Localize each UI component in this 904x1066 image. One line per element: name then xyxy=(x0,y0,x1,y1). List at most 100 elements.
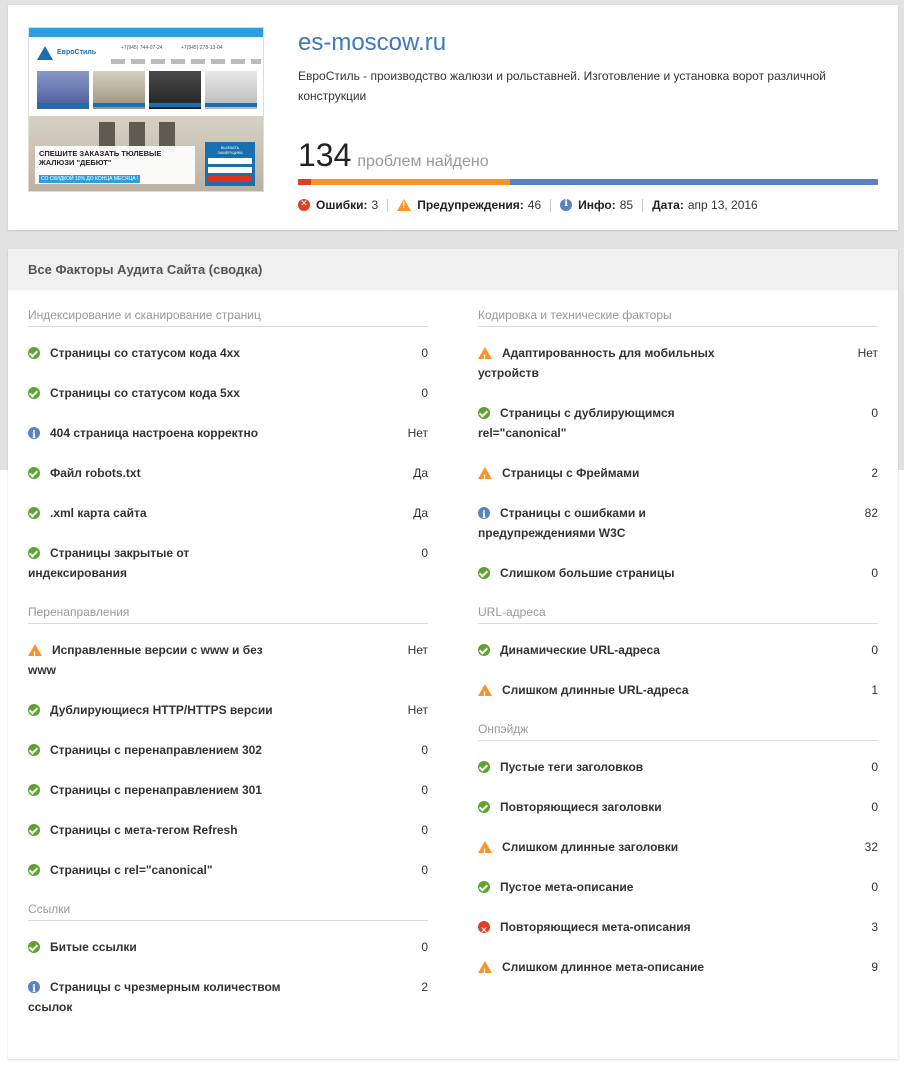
factor-row[interactable]: Динамические URL-адреса 0 xyxy=(478,624,878,664)
factor-row[interactable]: Страницы с ошибками и предупреждениями W… xyxy=(478,487,878,547)
factor-label: Повторяющиеся мета-описания xyxy=(478,917,738,940)
thumbnail-header: ЕвроСтиль +7(945) 744-07-24 +7(945) 278-… xyxy=(29,28,263,116)
factor-label: Страницы со статусом кода 4xx xyxy=(28,343,288,363)
section-title: Индексирование и сканирование страниц xyxy=(28,290,428,327)
factor-label-text: Слишком длинные заголовки xyxy=(502,840,679,854)
errors-stat[interactable]: Ошибки: 3 xyxy=(298,198,378,212)
factor-value: 0 xyxy=(421,346,428,360)
factor-label: Слишком длинные заголовки xyxy=(478,837,738,862)
factor-row[interactable]: Файл robots.txt Да xyxy=(28,447,428,487)
factor-value: 2 xyxy=(421,980,428,994)
warnings-stat[interactable]: Предупреждения: 46 xyxy=(397,198,541,212)
factor-row[interactable]: Адаптированность для мобильных устройств… xyxy=(478,327,878,387)
errors-bar-segment xyxy=(298,179,311,185)
thumbnail-tile xyxy=(149,71,201,109)
factor-label: Страницы с Фреймами xyxy=(478,463,738,488)
thumbnail-banner-area: СПЕШИТЕ ЗАКАЗАТЬ ТЮЛЕВЫЕ ЖАЛЮЗИ "ДЕБЮТ" … xyxy=(29,116,263,191)
thumbnail-phone-2: +7(945) 278-13-04 xyxy=(181,45,223,51)
issues-stats: Ошибки: 3 Предупреждения: 46 Инфо: 85 Да… xyxy=(298,198,758,212)
site-domain-link[interactable]: es-moscow.ru xyxy=(298,29,446,57)
factor-row[interactable]: Повторяющиеся мета-описания 3 xyxy=(478,901,878,941)
factor-row[interactable]: Битые ссылки 0 xyxy=(28,921,428,961)
factor-value: 0 xyxy=(421,386,428,400)
thumbnail-tiles xyxy=(37,71,257,109)
thumbnail-banner: СПЕШИТЕ ЗАКАЗАТЬ ТЮЛЕВЫЕ ЖАЛЮЗИ "ДЕБЮТ" … xyxy=(35,146,195,184)
thumbnail-phone-1: +7(945) 744-07-24 xyxy=(121,45,163,51)
factor-row[interactable]: Страницы с дублирующимся rel="canonical"… xyxy=(478,387,878,447)
factor-row[interactable]: Страницы закрытые от индексирования 0 xyxy=(28,527,428,587)
factor-row[interactable]: Слишком большие страницы 0 xyxy=(478,547,878,587)
site-thumbnail[interactable]: ЕвроСтиль +7(945) 744-07-24 +7(945) 278-… xyxy=(28,27,264,192)
factor-label: .xml карта сайта xyxy=(28,503,288,523)
factor-row[interactable]: Слишком длинные заголовки 32 xyxy=(478,821,878,862)
factor-row[interactable]: Страницы с перенаправлением 302 0 xyxy=(28,724,428,764)
factor-row[interactable]: Пустые теги заголовков 0 xyxy=(478,741,878,781)
check-icon xyxy=(28,863,40,876)
check-icon xyxy=(28,506,40,519)
factor-label-text: Динамические URL-адреса xyxy=(500,643,660,657)
stat-divider xyxy=(642,198,644,212)
factor-row[interactable]: Страницы с Фреймами 2 xyxy=(478,447,878,488)
stat-divider xyxy=(550,198,552,212)
factor-row[interactable]: Слишком длинное мета-описание 9 xyxy=(478,941,878,982)
factor-label-text: .xml карта сайта xyxy=(50,506,147,520)
factor-row[interactable]: .xml карта сайта Да xyxy=(28,487,428,527)
check-icon xyxy=(478,406,490,419)
thumbnail-form-title: ВЫЗВАТЬ ЗАМЕРЩИКА xyxy=(217,145,243,155)
factor-label-text: Страницы закрытые от индексирования xyxy=(28,546,190,580)
factor-row[interactable]: Пустое мета-описание 0 xyxy=(478,861,878,901)
warnings-value: 46 xyxy=(527,198,542,212)
check-icon xyxy=(28,346,40,359)
right-column: Кодировка и технические факторыАдаптиров… xyxy=(478,290,878,982)
info-label: Инфо: xyxy=(578,198,616,212)
section-title: Ссылки xyxy=(28,884,428,921)
factor-row[interactable]: Страницы со статусом кода 5xx 0 xyxy=(28,367,428,407)
check-icon xyxy=(28,546,40,559)
factor-row[interactable]: Страницы с мета-тегом Refresh 0 xyxy=(28,804,428,844)
factor-label: Адаптированность для мобильных устройств xyxy=(478,343,738,383)
site-description: ЕвроСтиль - производство жалюзи и рольст… xyxy=(298,69,826,103)
factor-row[interactable]: Исправленные версии с www и без www Нет xyxy=(28,624,428,684)
factor-row[interactable]: Дублирующиеся HTTP/HTTPS версии Нет xyxy=(28,684,428,724)
info-stat[interactable]: Инфо: 85 xyxy=(560,198,633,212)
factor-row[interactable]: Страницы с перенаправлением 301 0 xyxy=(28,764,428,804)
info-icon xyxy=(28,980,40,1000)
factor-label-text: Страницы с ошибками и предупреждениями W… xyxy=(478,506,646,540)
problems-count: 134 проблем найдено xyxy=(298,137,489,174)
factor-row[interactable]: Страницы с rel="canonical" 0 xyxy=(28,844,428,884)
factor-row[interactable]: Страницы с чрезмерным количеством ссылок… xyxy=(28,961,428,1021)
factor-row[interactable]: Слишком длинные URL-адреса 1 xyxy=(478,664,878,705)
factor-label: Исправленные версии с www и без www xyxy=(28,640,288,680)
left-column: Индексирование и сканирование страниц Стр… xyxy=(28,290,428,1021)
warning-icon xyxy=(478,840,492,862)
factor-value: 0 xyxy=(871,880,878,894)
date-stat: Дата: апр 13, 2016 xyxy=(652,198,758,212)
factor-row[interactable]: 404 страница настроена корректно Нет xyxy=(28,407,428,447)
factor-label-text: Слишком длинные URL-адреса xyxy=(502,683,689,697)
logo-icon xyxy=(37,46,53,60)
factor-label: Страницы со статусом кода 5xx xyxy=(28,383,288,403)
factor-row[interactable]: Страницы со статусом кода 4xx 0 xyxy=(28,327,428,367)
errors-value: 3 xyxy=(371,198,379,212)
factor-label: Динамические URL-адреса xyxy=(478,640,738,660)
thumbnail-tile xyxy=(37,71,89,109)
thumbnail-form-field xyxy=(208,167,252,173)
factor-row[interactable]: Повторяющиеся заголовки 0 xyxy=(478,781,878,821)
factor-label-text: Исправленные версии с www и без www xyxy=(28,643,263,677)
section-title: Онпэйдж xyxy=(478,704,878,741)
factor-label-text: Слишком длинное мета-описание xyxy=(502,960,705,974)
factor-label: Страницы с перенаправлением 301 xyxy=(28,780,288,800)
factor-value: 0 xyxy=(871,566,878,580)
factor-value: 0 xyxy=(421,863,428,877)
errors-label: Ошибки: xyxy=(316,198,368,212)
factor-label: Битые ссылки xyxy=(28,937,288,957)
date-value: апр 13, 2016 xyxy=(687,198,758,212)
check-icon xyxy=(28,386,40,399)
factor-value: Да xyxy=(413,466,428,480)
factor-label: Страницы с мета-тегом Refresh xyxy=(28,820,288,840)
factor-label: Слишком длинные URL-адреса xyxy=(478,680,738,705)
warnings-label: Предупреждения: xyxy=(417,198,524,212)
factor-label-text: 404 страница настроена корректно xyxy=(50,426,259,440)
factor-value: 3 xyxy=(871,920,878,934)
factor-label-text: Страницы со статусом кода 4xx xyxy=(50,346,240,360)
